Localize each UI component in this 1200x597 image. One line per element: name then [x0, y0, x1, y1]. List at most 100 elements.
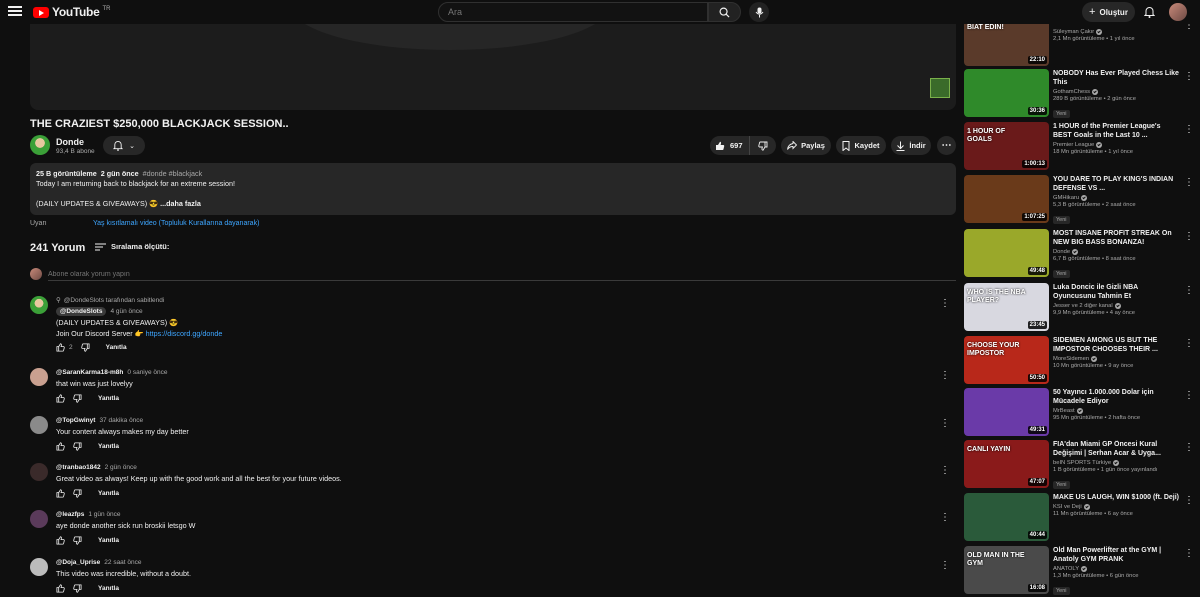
video-channel[interactable]: Donde: [1053, 249, 1070, 255]
youtube-logo[interactable]: YouTube TR: [33, 5, 110, 19]
thumbs-up-icon[interactable]: [56, 343, 65, 352]
video-thumbnail[interactable]: OLD MAN IN THE GYM 16:08: [964, 546, 1049, 594]
comment-avatar[interactable]: [30, 558, 48, 576]
video-menu-icon[interactable]: ⋮: [1184, 495, 1194, 506]
reply-button[interactable]: Yanıtla: [98, 395, 119, 402]
video-title[interactable]: FIA'dan Miami GP Öncesi Kural Değişimi |…: [1053, 440, 1179, 458]
reply-button[interactable]: Yanıtla: [98, 585, 119, 592]
video-menu-icon[interactable]: ⋮: [1184, 124, 1194, 135]
reply-button[interactable]: Yanıtla: [106, 344, 127, 351]
download-button[interactable]: İndir: [891, 136, 931, 155]
comment-menu-icon[interactable]: ⋮: [940, 298, 950, 309]
video-title[interactable]: MOST INSANE PROFIT STREAK On NEW BIG BAS…: [1053, 229, 1179, 247]
search-button[interactable]: [708, 2, 741, 22]
video-title[interactable]: NOBODY Has Ever Played Chess Like This: [1053, 69, 1179, 87]
channel-avatar[interactable]: [30, 135, 50, 155]
comment-time[interactable]: 22 saat önce: [104, 559, 141, 566]
thumbs-up-icon[interactable]: [56, 488, 65, 498]
video-menu-icon[interactable]: ⋮: [1184, 338, 1194, 349]
comment-menu-icon[interactable]: ⋮: [940, 370, 950, 381]
recommended-video[interactable]: CHOOSE YOUR IMPOSTOR 50:50 SIDEMEN AMONG U…: [964, 336, 1194, 386]
thumbs-down-icon[interactable]: [73, 583, 82, 593]
video-thumbnail[interactable]: 40:44: [964, 493, 1049, 541]
thumbs-down-icon[interactable]: [73, 488, 82, 498]
voice-search-button[interactable]: [749, 2, 769, 22]
hamburger-menu-icon[interactable]: [8, 4, 22, 18]
show-more-link[interactable]: ...daha fazla: [160, 199, 201, 208]
age-restriction-link[interactable]: Yaş kısıtlamalı video (Topluluk Kurallar…: [93, 220, 259, 227]
recommended-video[interactable]: OLD MAN IN THE GYM 16:08 Old Man Powerlift…: [964, 546, 1194, 596]
comment-author[interactable]: @DondeSlots: [56, 307, 107, 316]
recommended-video[interactable]: 1 HOUR OF GOALS 1:00:13 1 HOUR of the Prem…: [964, 122, 1194, 172]
video-thumbnail[interactable]: 49:31: [964, 388, 1049, 436]
add-comment-input[interactable]: [48, 268, 956, 281]
thumbs-up-icon[interactable]: [56, 583, 65, 593]
reply-button[interactable]: Yanıtla: [98, 443, 119, 450]
thumbs-down-icon[interactable]: [73, 441, 82, 451]
video-thumbnail[interactable]: 1:07:25: [964, 175, 1049, 223]
video-menu-icon[interactable]: ⋮: [1184, 177, 1194, 188]
subscription-bell-button[interactable]: ⌄: [103, 136, 145, 155]
save-button[interactable]: Kaydet: [836, 136, 886, 155]
video-channel[interactable]: MrBeast: [1053, 408, 1075, 414]
video-menu-icon[interactable]: ⋮: [1184, 442, 1194, 453]
comment-menu-icon[interactable]: ⋮: [940, 465, 950, 476]
video-title[interactable]: Old Man Powerlifter at the GYM | Anatoly…: [1053, 546, 1179, 564]
create-button[interactable]: + Oluştur: [1082, 2, 1135, 22]
video-title[interactable]: MAKE US LAUGH, WIN $1000 (ft. Deji): [1053, 493, 1179, 502]
recommended-video[interactable]: 49:48 MOST INSANE PROFIT STREAK On NEW BI…: [964, 229, 1194, 279]
video-channel[interactable]: MoreSidemen: [1053, 356, 1089, 362]
comment-avatar[interactable]: [30, 463, 48, 481]
video-title[interactable]: YOU DARE TO PLAY KING'S INDIAN DEFENSE V…: [1053, 175, 1179, 193]
video-menu-icon[interactable]: ⋮: [1184, 285, 1194, 296]
recommended-video[interactable]: 40:44 MAKE US LAUGH, WIN $1000 (ft. Deji)…: [964, 493, 1194, 543]
comment-author[interactable]: @tranbao1842: [56, 464, 101, 471]
thumbs-down-icon[interactable]: [73, 393, 82, 403]
video-thumbnail[interactable]: CANLI YAYIN 47:07: [964, 440, 1049, 488]
comment-avatar[interactable]: [30, 368, 48, 386]
video-thumbnail[interactable]: CHOOSE YOUR IMPOSTOR 50:50: [964, 336, 1049, 384]
thumbs-up-icon[interactable]: [56, 393, 65, 403]
reply-button[interactable]: Yanıtla: [98, 537, 119, 544]
like-button[interactable]: 697: [710, 136, 750, 155]
video-thumbnail[interactable]: 49:48: [964, 229, 1049, 277]
video-title[interactable]: SIDEMEN AMONG US BUT THE IMPOSTOR CHOOSE…: [1053, 336, 1179, 354]
comment-menu-icon[interactable]: ⋮: [940, 560, 950, 571]
thumbs-down-icon[interactable]: [73, 535, 82, 545]
comment-time[interactable]: 1 gün önce: [88, 511, 120, 518]
video-channel[interactable]: Premier League: [1053, 142, 1094, 148]
video-channel[interactable]: beIN SPORTS Türkiye: [1053, 460, 1111, 466]
reply-button[interactable]: Yanıtla: [98, 490, 119, 497]
thumbs-up-icon[interactable]: [56, 441, 65, 451]
comment-menu-icon[interactable]: ⋮: [940, 418, 950, 429]
comment-time[interactable]: 4 gün önce: [110, 308, 142, 315]
comment-avatar[interactable]: [30, 510, 48, 528]
recommended-video[interactable]: 1:07:25 YOU DARE TO PLAY KING'S INDIAN DE…: [964, 175, 1194, 225]
recommended-video[interactable]: CANLI YAYIN 47:07 FIA'dan Miami GP Öncesi …: [964, 440, 1194, 490]
video-thumbnail[interactable]: 30:36: [964, 69, 1049, 117]
comment-author[interactable]: @SaranKarma18-m8h: [56, 369, 123, 376]
sort-button[interactable]: Sıralama ölçütü:: [95, 242, 169, 251]
thumbs-up-icon[interactable]: [56, 535, 65, 545]
video-menu-icon[interactable]: ⋮: [1184, 71, 1194, 82]
video-channel[interactable]: Süleyman Çakır: [1053, 29, 1094, 35]
video-menu-icon[interactable]: ⋮: [1184, 390, 1194, 401]
dislike-button[interactable]: [750, 136, 776, 155]
video-menu-icon[interactable]: ⋮: [1184, 231, 1194, 242]
thumbs-down-icon[interactable]: [80, 343, 90, 352]
comment-time[interactable]: 0 saniye önce: [127, 369, 167, 376]
channel-name[interactable]: Donde: [56, 137, 84, 147]
video-channel[interactable]: GMHikaru: [1053, 195, 1079, 201]
video-channel[interactable]: KSI ve Deji: [1053, 504, 1082, 510]
video-thumbnail[interactable]: WHO IS THE NBA PLAYER? 23:45: [964, 283, 1049, 331]
video-thumbnail[interactable]: BİAT EDİN! 22:10: [964, 18, 1049, 66]
share-button[interactable]: Paylaş: [781, 136, 831, 155]
video-channel[interactable]: GothamChess: [1053, 89, 1090, 95]
description-tags[interactable]: #donde #blackjack: [143, 169, 203, 178]
recommended-video[interactable]: BİAT EDİN!22:10Bölüm 1Süleyman Çakır2,1 …: [964, 18, 1194, 68]
video-channel[interactable]: Jesser ve 2 diğer kanal: [1053, 303, 1113, 309]
channel-watermark[interactable]: [930, 78, 950, 98]
comment-author[interactable]: @leazfps: [56, 511, 84, 518]
discord-link[interactable]: https://discord.gg/donde: [146, 329, 223, 338]
video-menu-icon[interactable]: ⋮: [1184, 548, 1194, 559]
